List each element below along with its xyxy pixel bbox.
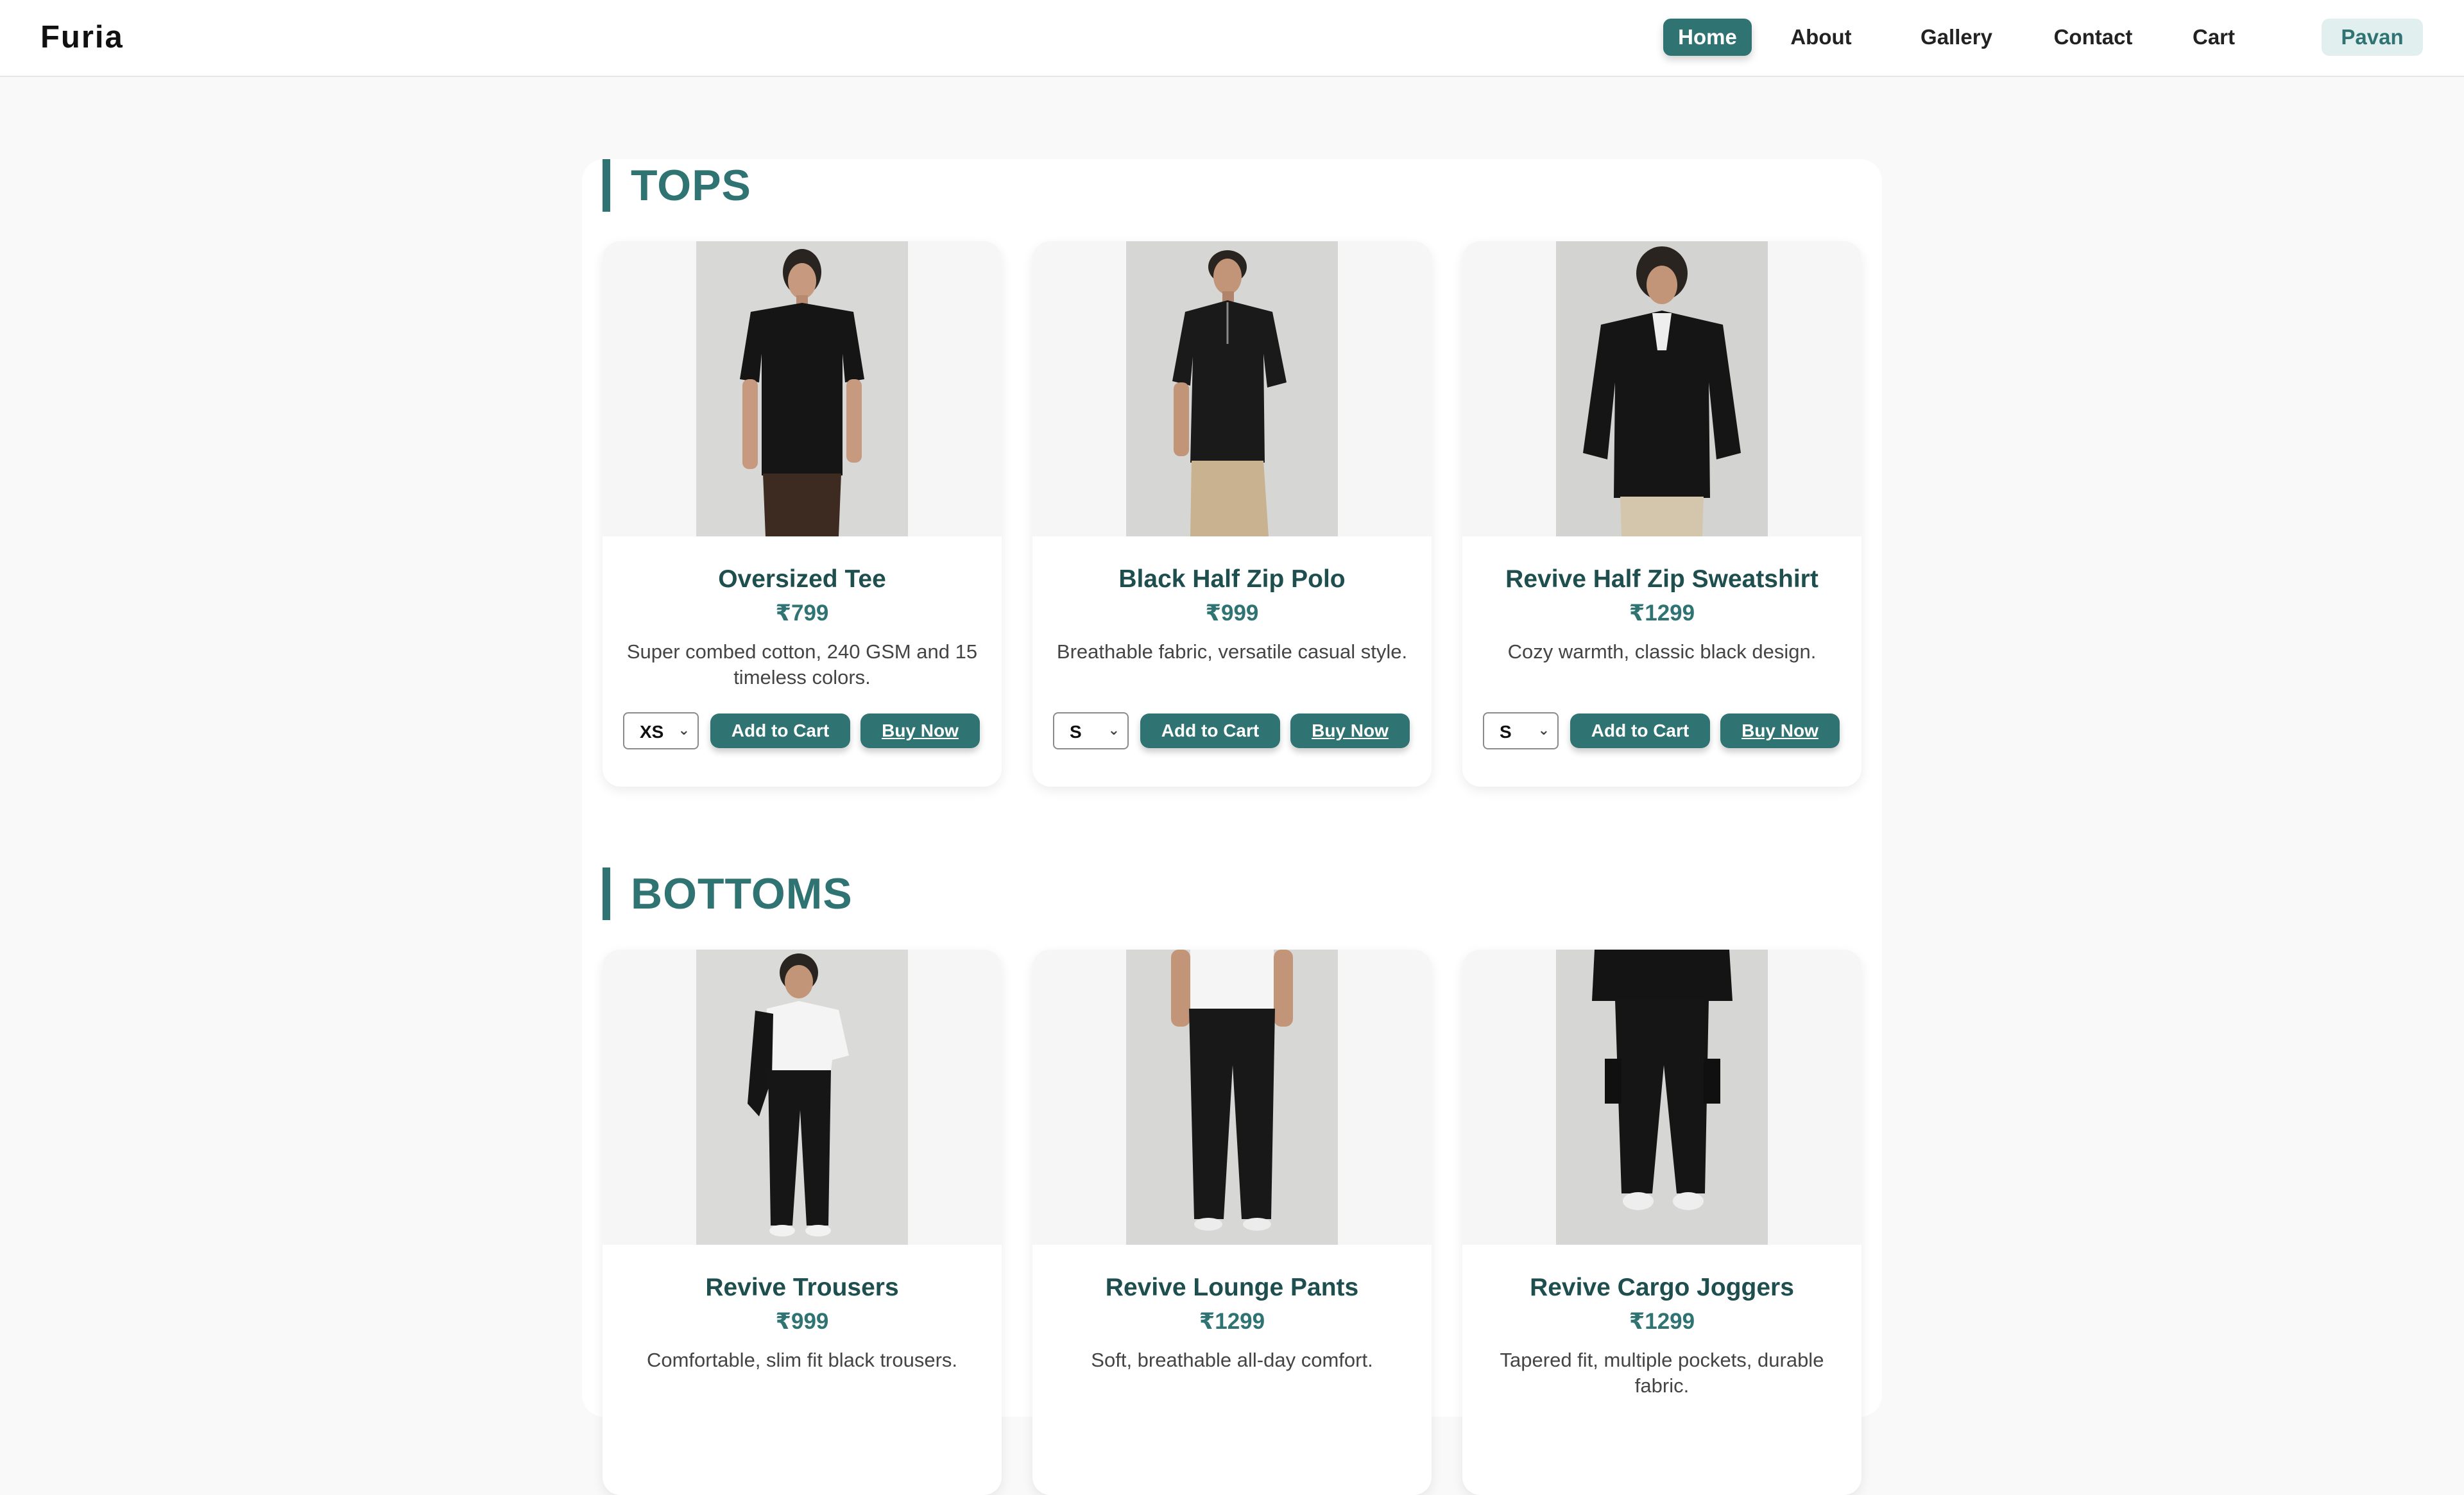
- product-image-frame: [1462, 241, 1861, 536]
- nav-cart-link[interactable]: Cart: [2182, 19, 2246, 56]
- product-image-frame: [603, 241, 1002, 536]
- product-name: Revive Trousers: [705, 1274, 899, 1301]
- product-price: ₹1299: [1199, 1309, 1265, 1334]
- product-card: Oversized Tee ₹799 Super combed cotton, …: [603, 241, 1002, 787]
- product-price: ₹999: [775, 1309, 829, 1334]
- product-description: Soft, breathable all-day comfort.: [1091, 1349, 1373, 1371]
- size-select-value: S: [1500, 722, 1512, 742]
- size-select[interactable]: S ⌄: [1483, 712, 1559, 749]
- chevron-down-icon: ⌄: [1537, 722, 1550, 738]
- size-select-value: XS: [640, 722, 664, 742]
- product-actions: S ⌄ Add to Cart Buy Now: [1053, 712, 1432, 749]
- product-description: Super combed cotton, 240 GSM and 15 time…: [626, 640, 978, 688]
- product-name: Revive Lounge Pants: [1105, 1274, 1359, 1301]
- product-price: ₹1299: [1629, 1309, 1695, 1334]
- product-card: Revive Half Zip Sweatshirt ₹1299 Cozy wa…: [1462, 241, 1861, 787]
- product-card: Revive Trousers ₹999 Comfortable, slim f…: [603, 950, 1002, 1495]
- add-to-cart-button[interactable]: Add to Cart: [1570, 713, 1710, 748]
- user-account-chip[interactable]: Pavan: [2322, 19, 2423, 56]
- buy-now-button[interactable]: Buy Now: [1290, 713, 1410, 748]
- size-select[interactable]: XS ⌄: [623, 712, 699, 749]
- chevron-down-icon: ⌄: [678, 722, 690, 738]
- product-price: ₹999: [1205, 601, 1259, 626]
- product-photo-black-half-zip-polo[interactable]: [1126, 241, 1338, 536]
- product-image-frame: [1032, 950, 1432, 1245]
- product-description: Comfortable, slim fit black trousers.: [646, 1349, 958, 1371]
- product-image-frame: [1462, 950, 1861, 1245]
- product-image-frame: [1032, 241, 1432, 536]
- product-image-frame: [603, 950, 1002, 1245]
- size-select[interactable]: S ⌄: [1053, 712, 1129, 749]
- nav-home-link[interactable]: Home: [1663, 19, 1752, 56]
- product-catalog: TOPS Oversized Tee ₹799 Super combed cot…: [582, 159, 1882, 1495]
- nav-gallery-link[interactable]: Gallery: [1915, 19, 1998, 56]
- product-actions: XS ⌄ Add to Cart Buy Now: [623, 712, 1002, 749]
- brand-logo[interactable]: Furia: [40, 19, 124, 55]
- product-name: Black Half Zip Polo: [1118, 565, 1346, 593]
- product-name: Oversized Tee: [718, 565, 886, 593]
- product-price: ₹1299: [1629, 601, 1695, 626]
- section-title-tops: TOPS: [603, 159, 751, 212]
- product-card: Revive Cargo Joggers ₹1299 Tapered fit, …: [1462, 950, 1861, 1495]
- product-card: Revive Lounge Pants ₹1299 Soft, breathab…: [1032, 950, 1432, 1495]
- size-select-value: S: [1070, 722, 1082, 742]
- chevron-down-icon: ⌄: [1108, 722, 1120, 738]
- product-actions: S ⌄ Add to Cart Buy Now: [1483, 712, 1861, 749]
- product-name: Revive Half Zip Sweatshirt: [1505, 565, 1818, 593]
- product-description: Tapered fit, multiple pockets, durable f…: [1500, 1349, 1824, 1397]
- buy-now-button[interactable]: Buy Now: [860, 713, 980, 748]
- product-photo-revive-lounge-pants[interactable]: [1126, 950, 1338, 1245]
- nav-contact-link[interactable]: Contact: [2047, 19, 2139, 56]
- product-description: Breathable fabric, versatile casual styl…: [1056, 640, 1408, 663]
- add-to-cart-button[interactable]: Add to Cart: [1140, 713, 1280, 748]
- top-navbar: Furia Home About Gallery Contact Cart Pa…: [0, 0, 2464, 77]
- section-title-bottoms: BOTTOMS: [603, 867, 853, 920]
- product-photo-revive-cargo-joggers[interactable]: [1556, 950, 1768, 1245]
- product-description: Cozy warmth, classic black design.: [1507, 640, 1817, 663]
- add-to-cart-button[interactable]: Add to Cart: [710, 713, 850, 748]
- product-name: Revive Cargo Joggers: [1530, 1274, 1794, 1301]
- product-price: ₹799: [775, 601, 829, 626]
- product-photo-revive-trousers[interactable]: [696, 950, 908, 1245]
- product-photo-oversized-tee[interactable]: [696, 241, 908, 536]
- product-photo-revive-half-zip-sweatshirt[interactable]: [1556, 241, 1768, 536]
- nav-about-link[interactable]: About: [1783, 19, 1860, 56]
- product-card: Black Half Zip Polo ₹999 Breathable fabr…: [1032, 241, 1432, 787]
- buy-now-button[interactable]: Buy Now: [1720, 713, 1840, 748]
